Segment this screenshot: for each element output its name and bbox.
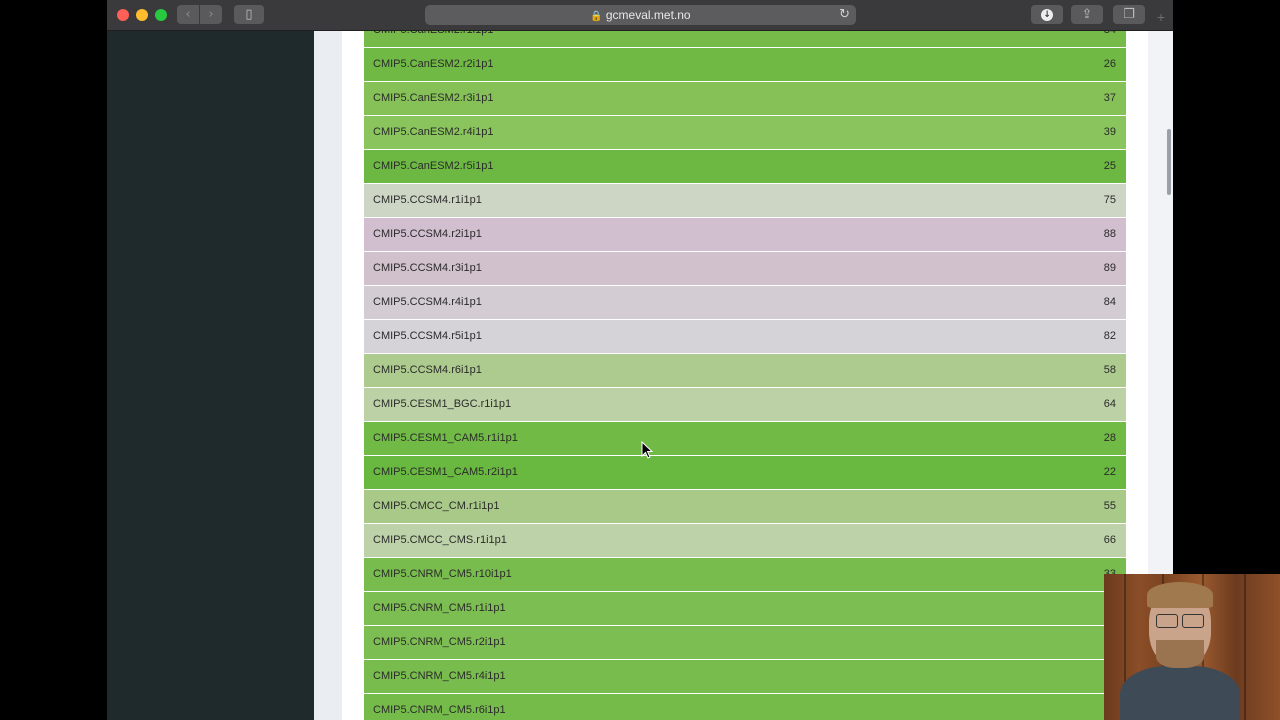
model-name: CMIP5.CNRM_CM5.r4i1p1: [373, 670, 506, 682]
table-row[interactable]: CMIP5.CanESM2.r5i1p1 25: [364, 150, 1126, 184]
table-row[interactable]: CMIP5.CCSM4.r4i1p1 84: [364, 286, 1126, 320]
close-window-button[interactable]: [117, 9, 129, 21]
model-name: CMIP5.CanESM2.r3i1p1: [373, 92, 494, 104]
model-name: CMIP5.CCSM4.r2i1p1: [373, 228, 482, 240]
new-tab-button[interactable]: +: [1154, 10, 1168, 24]
model-score: 37: [1103, 92, 1116, 104]
browser-window: ‹ › ▯ 🔒 gcmeval.met.no ↻ ↓ ⇪ ❐ + CMIP5.Ca…: [107, 0, 1173, 720]
tab-overview-button[interactable]: ❐: [1113, 5, 1145, 24]
page-content: CMIP5.CanESM2.r1i1p134CMIP5.CanESM2.r2i1…: [107, 31, 1173, 720]
model-score: 58: [1103, 364, 1116, 376]
downloads-button[interactable]: ↓: [1031, 5, 1063, 24]
share-button[interactable]: ⇪: [1071, 5, 1103, 24]
table-row[interactable]: CMIP5.CCSM4.r1i1p1 75: [364, 184, 1126, 218]
sidebar-icon: ▯: [245, 7, 253, 22]
table-row[interactable]: CMIP5.CESM1_BGC.r1i1p1 64: [364, 388, 1126, 422]
webcam-overlay: [1104, 574, 1280, 720]
table-row[interactable]: CMIP5.CCSM4.r5i1p1 82: [364, 320, 1126, 354]
zoom-window-button[interactable]: [155, 9, 167, 21]
table-row[interactable]: CMIP5.CNRM_CM5.r4i1p1: [364, 660, 1126, 694]
address-url: gcmeval.met.no: [605, 8, 691, 22]
sidebar-toggle-button[interactable]: ▯: [234, 5, 264, 24]
minimize-window-button[interactable]: [136, 9, 148, 21]
table-row[interactable]: CMIP5.CMCC_CMS.r1i1p1 66: [364, 524, 1126, 558]
model-name: CMIP5.CCSM4.r4i1p1: [373, 296, 482, 308]
model-name: CMIP5.CMCC_CM.r1i1p1: [373, 500, 500, 512]
back-button[interactable]: ‹: [177, 5, 199, 24]
model-name: CMIP5.CanESM2.r4i1p1: [373, 126, 494, 138]
model-name: CMIP5.CanESM2.r2i1p1: [373, 58, 494, 70]
model-name: CMIP5.CESM1_BGC.r1i1p1: [373, 398, 512, 410]
model-score: 25: [1103, 160, 1116, 172]
left-sidebar: [107, 31, 314, 720]
model-score: 34: [1104, 31, 1116, 47]
browser-toolbar: ‹ › ▯ 🔒 gcmeval.met.no ↻ ↓ ⇪ ❐ +: [107, 0, 1173, 31]
reload-icon[interactable]: ↻: [839, 5, 850, 25]
model-score: 64: [1103, 398, 1116, 410]
model-name: CMIP5.CESM1_CAM5.r1i1p1: [373, 432, 518, 444]
model-name: CMIP5.CNRM_CM5.r2i1p1: [373, 636, 506, 648]
model-name: CMIP5.CNRM_CM5.r1i1p1: [373, 602, 506, 614]
forward-button[interactable]: ›: [200, 5, 222, 24]
table-row[interactable]: CMIP5.CCSM4.r6i1p1 58: [364, 354, 1126, 388]
model-name: CMIP5.CCSM4.r5i1p1: [373, 330, 482, 342]
model-score: 88: [1103, 228, 1116, 240]
table-row[interactable]: CMIP5.CCSM4.r3i1p1 89: [364, 252, 1126, 286]
model-score: 26: [1103, 58, 1116, 70]
table-row[interactable]: CMIP5.CNRM_CM5.r6i1p1: [364, 694, 1126, 720]
chevron-left-icon: ‹: [185, 7, 191, 22]
model-score: 39: [1103, 126, 1116, 138]
table-row[interactable]: CMIP5.CESM1_CAM5.r1i1p1 28: [364, 422, 1126, 456]
model-name: CMIP5.CNRM_CM5.r6i1p1: [373, 704, 506, 716]
chevron-right-icon: ›: [208, 7, 214, 22]
model-name: CMIP5.CNRM_CM5.r10i1p1: [373, 568, 512, 580]
model-name: CMIP5.CESM1_CAM5.r2i1p1: [373, 466, 518, 478]
table-row[interactable]: CMIP5.CCSM4.r2i1p1 88: [364, 218, 1126, 252]
model-name: CMIP5.CanESM2.r1i1p1: [373, 31, 493, 47]
model-score: 55: [1103, 500, 1116, 512]
table-row[interactable]: CMIP5.CanESM2.r2i1p1 26: [364, 48, 1126, 82]
model-score: 66: [1103, 534, 1116, 546]
main-panel: CMIP5.CanESM2.r1i1p134CMIP5.CanESM2.r2i1…: [342, 31, 1148, 720]
model-name: CMIP5.CCSM4.r1i1p1: [373, 194, 482, 206]
model-score: 84: [1103, 296, 1116, 308]
table-row[interactable]: CMIP5.CNRM_CM5.r2i1p1: [364, 626, 1126, 660]
model-score: 82: [1103, 330, 1116, 342]
table-row[interactable]: CMIP5.CNRM_CM5.r10i1p133: [364, 558, 1126, 592]
model-score: 89: [1103, 262, 1116, 274]
model-score-table: CMIP5.CanESM2.r1i1p134CMIP5.CanESM2.r2i1…: [364, 31, 1126, 720]
download-icon: ↓: [1041, 8, 1053, 21]
share-icon: ⇪: [1081, 7, 1093, 22]
table-row[interactable]: CMIP5.CanESM2.r1i1p1 34: [364, 31, 1126, 48]
table-row[interactable]: CMIP5.CanESM2.r4i1p1 39: [364, 116, 1126, 150]
model-name: CMIP5.CCSM4.r6i1p1: [373, 364, 482, 376]
model-score: 28: [1103, 432, 1116, 444]
model-name: CMIP5.CMCC_CMS.r1i1p1: [373, 534, 507, 546]
model-score: 75: [1103, 194, 1116, 206]
scrollbar-thumb[interactable]: [1167, 129, 1171, 195]
lock-icon: 🔒: [590, 11, 603, 22]
model-score: 22: [1103, 466, 1116, 478]
model-name: CMIP5.CCSM4.r3i1p1: [373, 262, 482, 274]
tabs-icon: ❐: [1123, 7, 1135, 22]
table-row[interactable]: CMIP5.CESM1_CAM5.r2i1p1 22: [364, 456, 1126, 490]
table-row[interactable]: CMIP5.CanESM2.r3i1p1 37: [364, 82, 1126, 116]
model-name: CMIP5.CanESM2.r5i1p1: [373, 160, 494, 172]
page-gutter: [314, 31, 342, 720]
table-row[interactable]: CMIP5.CMCC_CM.r1i1p1 55: [364, 490, 1126, 524]
table-row[interactable]: CMIP5.CNRM_CM5.r1i1p1: [364, 592, 1126, 626]
address-bar[interactable]: 🔒 gcmeval.met.no ↻: [425, 5, 856, 25]
